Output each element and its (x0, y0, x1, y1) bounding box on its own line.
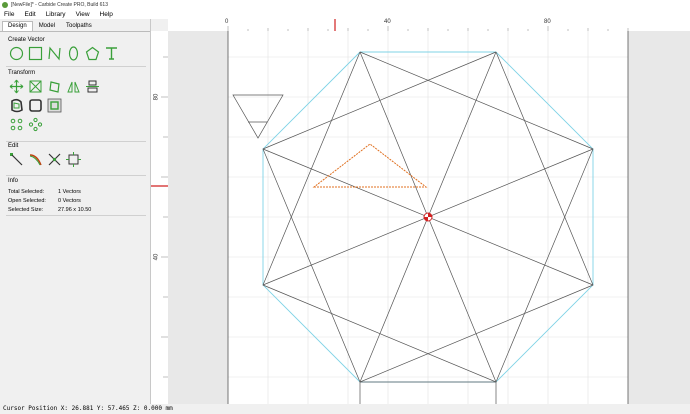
design-canvas[interactable] (168, 31, 690, 404)
info-key: Open Selected: (8, 198, 46, 204)
info-selected-size: Selected Size: 27.96 x 10.50 (8, 207, 91, 213)
menu-library[interactable]: Library (46, 11, 66, 18)
weld-icon[interactable] (46, 97, 63, 114)
info-value: 27.96 x 10.50 (58, 207, 92, 213)
tab-model[interactable]: Model (34, 22, 60, 31)
transform-section: Transform (8, 70, 103, 133)
tab-toolpaths[interactable]: Toolpaths (61, 22, 97, 31)
align-icon[interactable] (84, 78, 101, 95)
scale-icon[interactable] (27, 78, 44, 95)
menu-bar: File Edit Library View Help (0, 9, 690, 19)
menu-edit[interactable]: Edit (24, 11, 35, 18)
info-value: 0 Vectors (58, 198, 81, 204)
circle-icon[interactable] (8, 45, 25, 62)
left-ruler[interactable]: 80 40 (151, 31, 169, 404)
divider (6, 175, 146, 176)
info-open-selected: Open Selected: 0 Vectors (8, 198, 91, 204)
trim-icon[interactable] (46, 151, 63, 168)
ruler-label: 40 (384, 19, 391, 25)
ellipse-icon[interactable] (65, 45, 82, 62)
mirror-icon[interactable] (65, 78, 82, 95)
polygon-icon[interactable] (84, 45, 101, 62)
divider (6, 66, 146, 67)
transform-tools-row2 (8, 97, 103, 114)
menu-help[interactable]: Help (100, 11, 113, 18)
origin-marker-icon (423, 212, 433, 222)
rotate-icon[interactable] (46, 78, 63, 95)
left-panel: Design Model Toolpaths Create Vector Tra… (0, 19, 151, 404)
circular-array-icon[interactable] (27, 116, 44, 133)
transform-title: Transform (8, 70, 36, 76)
ruler-label: 0 (225, 19, 229, 25)
join-icon[interactable] (65, 151, 82, 168)
transform-tools-row3 (8, 116, 103, 133)
info-value: 1 Vectors (58, 189, 81, 195)
create-vector-title: Create Vector (8, 37, 45, 43)
info-key: Total Selected: (8, 189, 45, 195)
ruler-label: 80 (153, 93, 160, 101)
curve-icon[interactable] (46, 45, 63, 62)
ruler-label: 80 (544, 19, 551, 25)
smooth-icon[interactable] (27, 151, 44, 168)
app-logo-icon (2, 1, 8, 8)
divider (6, 141, 146, 142)
info-section: Info Total Selected: 1 Vectors Open Sele… (8, 178, 91, 216)
info-title: Info (8, 178, 19, 184)
text-tool-icon[interactable] (103, 45, 120, 62)
create-vector-section: Create Vector (8, 37, 122, 62)
create-vector-tools (8, 45, 122, 62)
divider (6, 215, 146, 216)
cursor-position: Cursor Position X: 26.881 Y: 57.465 Z: 0… (3, 405, 173, 412)
edit-title: Edit (8, 143, 19, 149)
node-edit-icon[interactable] (8, 151, 25, 168)
tab-design[interactable]: Design (2, 21, 33, 31)
window-title: [NewFile]* - Carbide Create PRO, Build 6… (11, 1, 108, 8)
edit-section: Edit (8, 143, 84, 168)
menu-view[interactable]: View (76, 11, 90, 18)
offset-icon[interactable] (8, 97, 25, 114)
boolean-icon[interactable] (27, 97, 44, 114)
array-icon[interactable] (8, 116, 25, 133)
ruler-label: 40 (153, 253, 160, 261)
title-bar: [NewFile]* - Carbide Create PRO, Build 6… (0, 0, 690, 9)
transform-tools-row1 (8, 78, 103, 95)
status-bar: Cursor Position X: 26.881 Y: 57.465 Z: 0… (0, 404, 690, 414)
menu-file[interactable]: File (4, 11, 14, 18)
info-total-selected: Total Selected: 1 Vectors (8, 189, 91, 195)
edit-tools (8, 151, 84, 168)
rectangle-icon[interactable] (27, 45, 44, 62)
info-key: Selected Size: (8, 207, 44, 213)
panel-tabs: Design Model Toolpaths (0, 19, 150, 32)
move-icon[interactable] (8, 78, 25, 95)
